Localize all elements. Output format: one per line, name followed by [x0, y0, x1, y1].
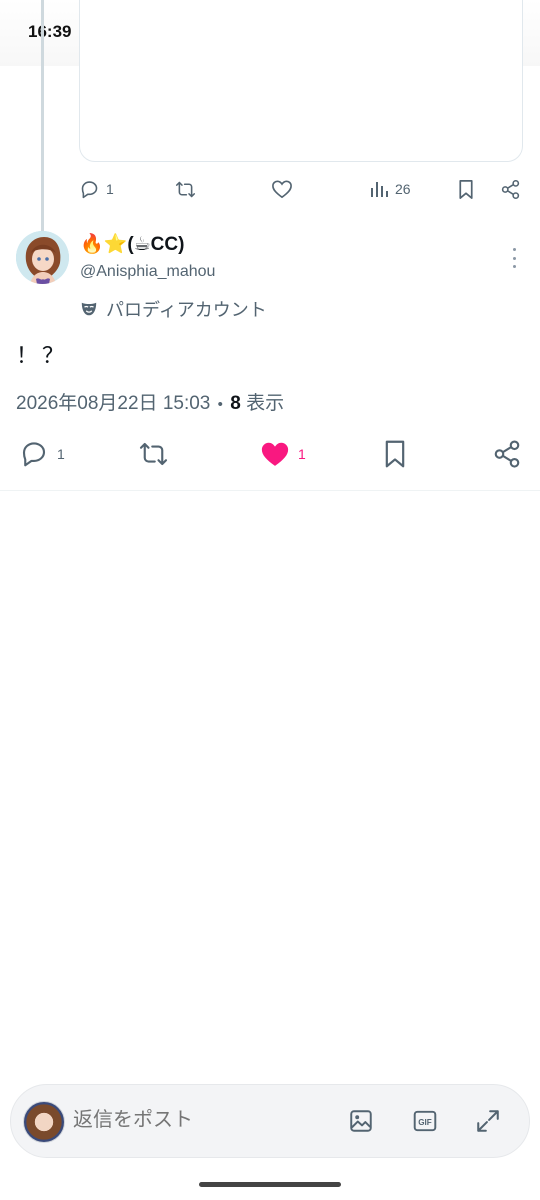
add-gif-button[interactable]: GIF — [411, 1107, 439, 1135]
previous-share-button[interactable] — [500, 174, 521, 204]
more-dot — [512, 248, 516, 251]
reply-icon — [22, 442, 46, 467]
previous-reply-button[interactable]: 1 — [79, 174, 114, 204]
previous-views-button[interactable]: 26 — [369, 174, 411, 204]
gif-icon: GIF — [413, 1110, 437, 1132]
like-icon — [272, 180, 292, 199]
more-options-button[interactable] — [506, 248, 522, 268]
composer-avatar — [23, 1101, 65, 1143]
parody-label: パロディアカウント — [106, 300, 267, 320]
post-meta: 2026年08月22日 15:03 • 8 表示 — [16, 388, 284, 415]
like-button[interactable]: 1 — [260, 434, 306, 474]
home-indicator[interactable] — [199, 1182, 341, 1187]
share-button[interactable] — [492, 434, 522, 474]
thread-line — [41, 0, 44, 232]
previous-repost-button[interactable] — [174, 174, 197, 204]
reply-button[interactable]: 1 — [19, 434, 65, 474]
svg-text:GIF: GIF — [418, 1118, 432, 1127]
user-handle[interactable]: @Anisphia_mahou — [80, 263, 215, 281]
bookmark-button[interactable] — [381, 434, 409, 474]
previous-post-actions: 1 26 — [79, 174, 524, 204]
avatar[interactable] — [16, 231, 69, 284]
like-count: 1 — [298, 446, 306, 462]
parody-mask-icon — [81, 302, 97, 316]
meta-separator: • — [217, 396, 223, 413]
more-dot — [512, 256, 516, 260]
heart-filled-icon — [261, 442, 289, 466]
views-label: 表示 — [246, 393, 285, 414]
more-dot — [512, 265, 516, 268]
views-icon — [371, 182, 388, 197]
previous-like-button[interactable] — [271, 174, 293, 204]
bookmark-icon — [459, 179, 473, 199]
repost-icon — [175, 181, 196, 197]
previous-reply-count: 1 — [106, 181, 114, 197]
parody-label-row: パロディアカウント — [80, 296, 267, 322]
repost-button[interactable] — [137, 434, 170, 474]
share-icon — [494, 440, 520, 468]
post-text: ！？ — [16, 343, 69, 368]
bookmark-icon — [385, 440, 405, 468]
divider — [0, 490, 540, 491]
previous-bookmark-button[interactable] — [457, 174, 475, 204]
expand-icon — [477, 1110, 499, 1132]
post-actions: 1 1 — [0, 434, 540, 474]
status-time: 16:39 — [28, 22, 72, 41]
reply-composer[interactable]: GIF — [10, 1084, 530, 1158]
previous-view-count: 26 — [395, 181, 411, 197]
views-count: 8 — [230, 393, 241, 414]
reply-count: 1 — [57, 446, 65, 462]
repost-icon — [139, 442, 168, 466]
add-image-button[interactable] — [347, 1107, 375, 1135]
share-icon — [501, 179, 520, 199]
previous-post-media-card[interactable] — [79, 0, 523, 162]
expand-composer-button[interactable] — [474, 1107, 502, 1135]
reply-input[interactable] — [73, 1109, 253, 1132]
avatar-image — [16, 231, 69, 284]
post-timestamp[interactable]: 2026年08月22日 15:03 — [16, 393, 210, 414]
display-name[interactable]: 🔥⭐(☕CC) — [80, 232, 184, 256]
reply-icon — [81, 180, 98, 198]
image-icon — [350, 1110, 372, 1132]
